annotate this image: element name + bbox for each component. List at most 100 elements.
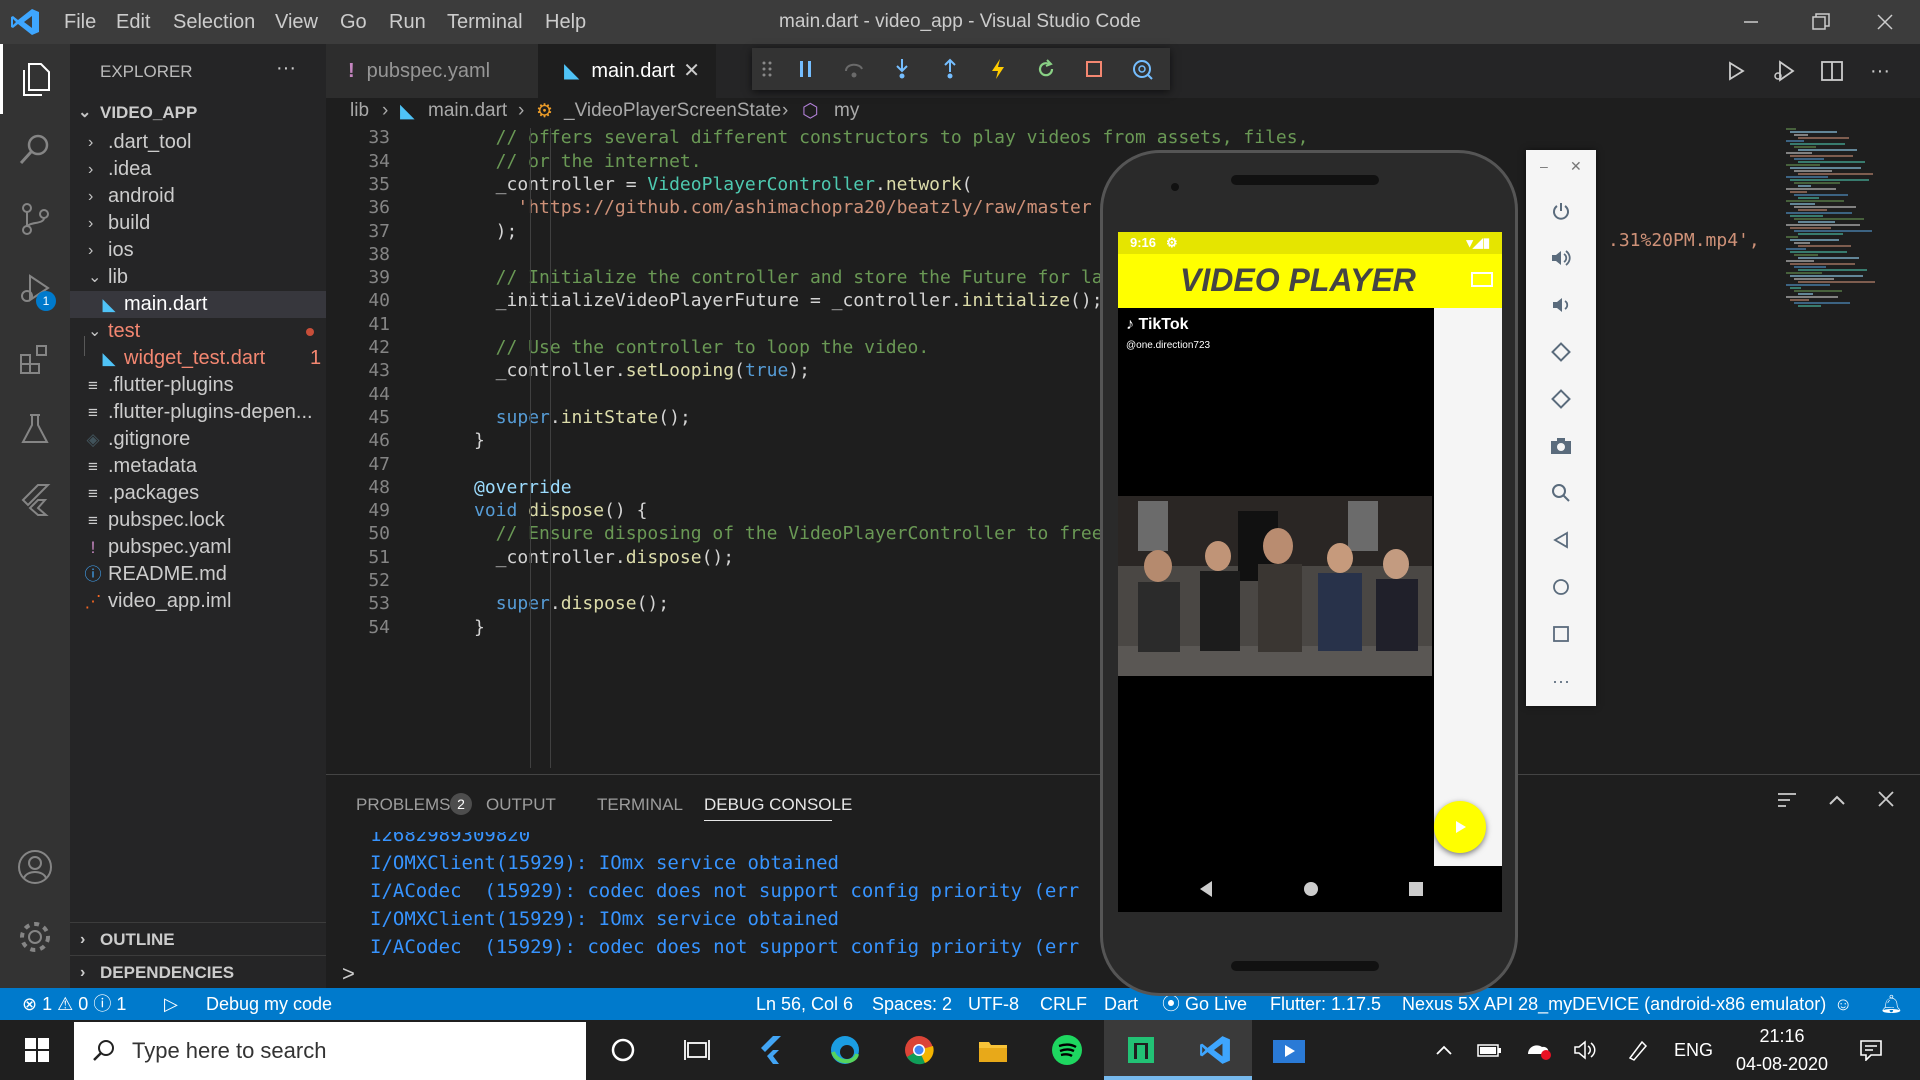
tree-item[interactable]: ⌄ lib	[70, 264, 326, 291]
tree-item[interactable]: › build	[70, 210, 326, 237]
task-view-icon[interactable]	[586, 1020, 660, 1080]
cast-icon[interactable]	[1470, 270, 1494, 290]
home-icon[interactable]	[1526, 564, 1596, 610]
spotify-icon[interactable]	[1030, 1020, 1104, 1080]
tab-main-dart[interactable]: ◣ main.dart ✕	[538, 44, 716, 98]
back-icon[interactable]	[1526, 517, 1596, 563]
zoom-icon[interactable]	[1526, 470, 1596, 516]
settings-gear-icon[interactable]	[0, 902, 70, 972]
tree-item[interactable]: ≡ .metadata	[70, 453, 326, 480]
hot-reload-icon[interactable]	[974, 48, 1022, 90]
console-input-prompt[interactable]: >	[342, 961, 355, 987]
network-offline-icon[interactable]	[1516, 1020, 1560, 1080]
tree-item[interactable]: › android	[70, 183, 326, 210]
tree-item[interactable]: ⋰ video_app.iml	[70, 588, 326, 615]
tree-item[interactable]: › .dart_tool	[70, 129, 326, 156]
step-over-icon[interactable]	[830, 48, 878, 90]
video-app-icon[interactable]	[1252, 1020, 1326, 1080]
menu-selection[interactable]: Selection	[173, 0, 255, 44]
stop-icon[interactable]	[1070, 48, 1118, 90]
step-into-icon[interactable]	[878, 48, 926, 90]
encoding-status[interactable]: UTF-8	[968, 988, 1019, 1020]
flutter-icon[interactable]	[0, 464, 70, 534]
play-fab-button[interactable]	[1434, 801, 1486, 853]
timeline-icon[interactable]	[660, 1020, 734, 1080]
tab-problems[interactable]: PROBLEMS	[356, 795, 450, 815]
source-control-icon[interactable]	[0, 184, 70, 254]
problems-status[interactable]: ⊗ 1 ⚠ 0 ⓘ 1	[22, 988, 126, 1020]
nav-home-icon[interactable]	[1302, 880, 1320, 898]
language-status[interactable]: Dart	[1104, 988, 1138, 1020]
tree-item[interactable]: ⌄ test	[70, 318, 326, 345]
tree-item[interactable]: ≡ .flutter-plugins	[70, 372, 326, 399]
tab-terminal[interactable]: TERMINAL	[597, 795, 683, 815]
tab-output[interactable]: OUTPUT	[486, 795, 556, 815]
rotate-right-icon[interactable]	[1526, 376, 1596, 422]
file-explorer-icon[interactable]	[956, 1020, 1030, 1080]
close-tab-icon[interactable]: ✕	[683, 44, 700, 98]
cursor-position[interactable]: Ln 56, Col 6	[756, 988, 853, 1020]
windows-start-icon[interactable]	[0, 1020, 74, 1080]
tree-item[interactable]: ⓘ README.md	[70, 561, 326, 588]
explorer-more-button[interactable]: ···	[276, 44, 296, 100]
overview-icon[interactable]	[1526, 611, 1596, 657]
volume-down-icon[interactable]	[1526, 282, 1596, 328]
menu-terminal[interactable]: Terminal	[447, 0, 523, 44]
close-emulator-icon[interactable]: ✕	[1570, 158, 1582, 175]
explorer-icon[interactable]	[0, 44, 70, 114]
more-options-button[interactable]: ···	[1526, 658, 1596, 704]
taskbar-search[interactable]: Type here to search	[74, 1022, 586, 1080]
maximize-panel-icon[interactable]	[1826, 789, 1848, 811]
action-center-icon[interactable]	[1844, 1020, 1898, 1080]
menu-run[interactable]: Run	[389, 0, 426, 44]
drag-handle-icon[interactable]	[752, 48, 782, 90]
debug-run-icon[interactable]	[1760, 44, 1808, 98]
pen-workspace-icon[interactable]	[1616, 1020, 1660, 1080]
breadcrumb-file[interactable]: main.dart	[428, 100, 507, 122]
volume-icon[interactable]	[1564, 1020, 1608, 1080]
eol-status[interactable]: CRLF	[1040, 988, 1087, 1020]
run-button[interactable]	[1712, 44, 1760, 98]
testing-flask-icon[interactable]	[0, 394, 70, 464]
breadcrumb-member[interactable]: my	[834, 100, 859, 122]
debug-config-status[interactable]: Debug my code	[206, 988, 332, 1020]
clock[interactable]: 21:16 04-08-2020	[1724, 1022, 1840, 1078]
tree-item[interactable]: ≡ .packages	[70, 480, 326, 507]
tree-item[interactable]: › ios	[70, 237, 326, 264]
close-window-button[interactable]	[1850, 0, 1920, 44]
tree-item[interactable]: ◈ .gitignore	[70, 426, 326, 453]
rotate-left-icon[interactable]	[1526, 329, 1596, 375]
input-language[interactable]: ENG	[1674, 1020, 1713, 1080]
more-actions-button[interactable]: ···	[1856, 44, 1904, 98]
minimize-button[interactable]	[1716, 0, 1786, 44]
vscode-taskbar-icon[interactable]	[1178, 1020, 1252, 1080]
nav-back-icon[interactable]	[1198, 880, 1214, 898]
breadcrumb-class[interactable]: _VideoPlayerScreenState	[564, 100, 781, 122]
restore-button[interactable]	[1786, 0, 1856, 44]
volume-up-icon[interactable]	[1526, 235, 1596, 281]
tree-item[interactable]: ◣ main.dart	[70, 291, 326, 318]
tree-item[interactable]: ! pubspec.yaml	[70, 534, 326, 561]
tree-item[interactable]: ≡ .flutter-plugins-depen...	[70, 399, 326, 426]
outline-section[interactable]: › OUTLINE	[70, 922, 326, 955]
breadcrumb-lib[interactable]: lib	[350, 100, 369, 122]
clear-console-icon[interactable]	[1776, 789, 1798, 811]
nav-recents-icon[interactable]	[1408, 881, 1424, 897]
menu-edit[interactable]: Edit	[116, 0, 150, 44]
battery-icon[interactable]	[1468, 1020, 1512, 1080]
restart-icon[interactable]	[1022, 48, 1070, 90]
menu-go[interactable]: Go	[340, 0, 367, 44]
menu-help[interactable]: Help	[545, 0, 586, 44]
camera-icon[interactable]	[1526, 423, 1596, 469]
dependencies-section[interactable]: › DEPENDENCIES	[70, 955, 326, 988]
chevron-up-icon[interactable]	[1424, 1020, 1464, 1080]
devtools-search-icon[interactable]	[1118, 48, 1166, 90]
close-panel-icon[interactable]	[1876, 789, 1896, 809]
minimize-emulator-icon[interactable]: –	[1540, 158, 1548, 174]
tree-item[interactable]: ≡ pubspec.lock	[70, 507, 326, 534]
power-icon[interactable]	[1526, 188, 1596, 234]
run-debug-icon[interactable]: 1	[0, 254, 70, 324]
menu-view[interactable]: View	[275, 0, 318, 44]
workspace-root[interactable]: ⌄ VIDEO_APP	[70, 96, 326, 129]
tab-pubspec-yaml[interactable]: ! pubspec.yaml	[326, 44, 538, 98]
